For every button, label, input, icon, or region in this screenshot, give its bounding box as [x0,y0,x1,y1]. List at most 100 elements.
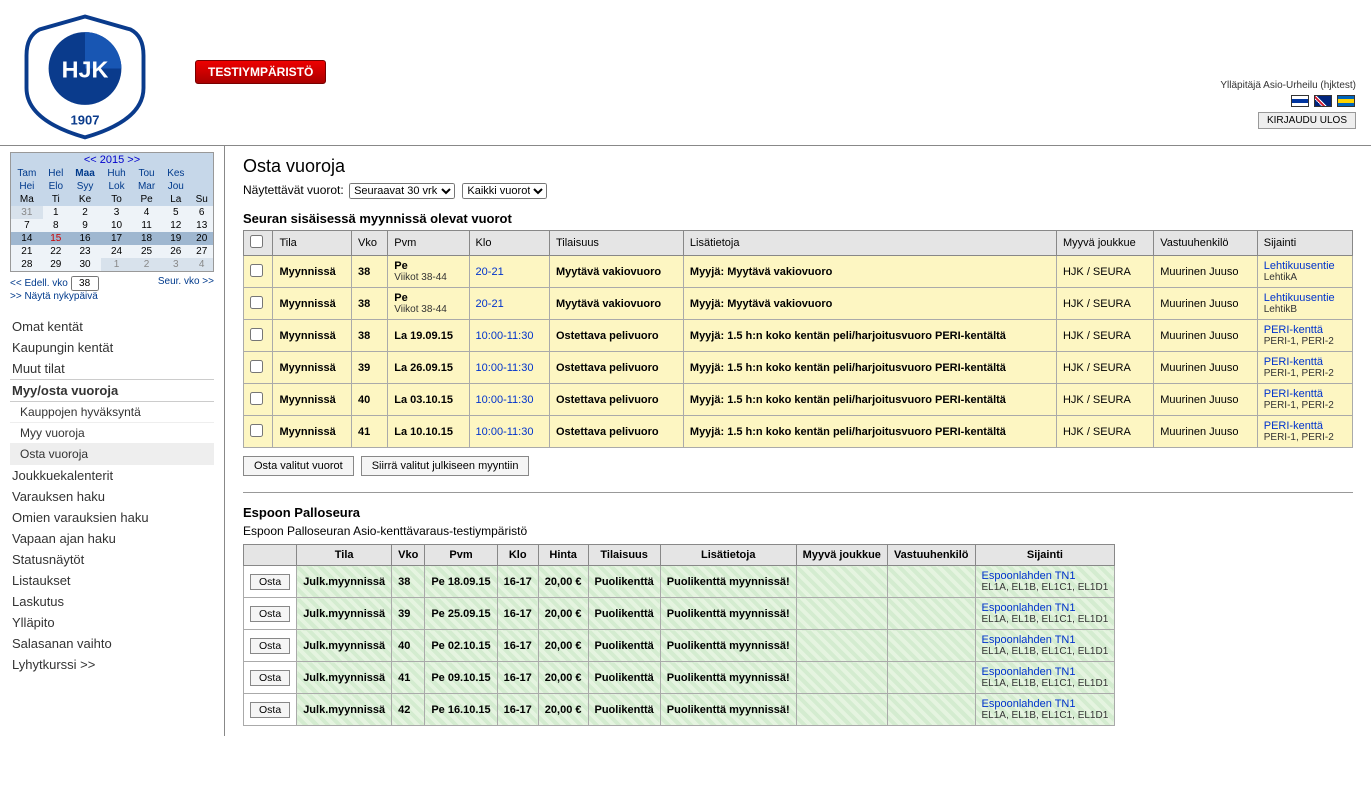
cal-day[interactable]: 12 [161,219,190,232]
buy-button[interactable]: Osta [250,670,290,686]
row-checkbox[interactable] [250,328,263,341]
cal-day[interactable]: 6 [190,206,213,219]
nav-item[interactable]: Muut tilat [10,358,214,379]
cal-month[interactable]: Kes [167,168,184,179]
cal-day[interactable]: 4 [190,258,213,272]
cal-day[interactable]: 20 [190,232,213,245]
location-link[interactable]: Espoonlahden TN1 [982,698,1076,710]
move-public-button[interactable]: Siirrä valitut julkiseen myyntiin [361,456,530,476]
cal-day[interactable]: 3 [101,206,132,219]
nav-item[interactable]: Kaupungin kentät [10,337,214,358]
cal-day[interactable]: 27 [190,245,213,258]
cal-month[interactable]: Tou [139,168,155,179]
cal-year-prev[interactable]: << [84,154,97,166]
cal-prev-week[interactable]: << Edell. vko [10,278,68,289]
location-link[interactable]: PERI-kenttä [1264,420,1323,432]
time-link[interactable]: 10:00-11:30 [476,362,534,374]
time-link[interactable]: 10:00-11:30 [476,426,534,438]
cal-day[interactable]: 19 [161,232,190,245]
cal-year-next[interactable]: >> [127,154,140,166]
location-link[interactable]: Espoonlahden TN1 [982,634,1076,646]
nav-item[interactable]: Vapaan ajan haku [10,528,214,549]
row-checkbox[interactable] [250,392,263,405]
cal-day[interactable]: 4 [132,206,161,219]
location-link[interactable]: Lehtikuusentie [1264,260,1335,272]
cal-day[interactable]: 18 [132,232,161,245]
cal-month[interactable]: Maa [75,168,94,179]
cal-month[interactable]: Huh [107,168,125,179]
cal-day[interactable]: 14 [11,232,43,245]
cal-day[interactable]: 7 [11,219,43,232]
location-link[interactable]: Espoonlahden TN1 [982,570,1076,582]
location-link[interactable]: PERI-kenttä [1264,388,1323,400]
nav-item[interactable]: Statusnäytöt [10,549,214,570]
cal-day[interactable]: 10 [101,219,132,232]
cal-day[interactable]: 15 [43,232,69,245]
cal-day[interactable]: 11 [132,219,161,232]
buy-selected-button[interactable]: Osta valitut vuorot [243,456,354,476]
cal-day[interactable]: 1 [101,258,132,272]
nav-item[interactable]: Salasanan vaihto [10,633,214,654]
nav-item[interactable]: Laskutus [10,591,214,612]
cal-today-link[interactable]: >> Näytä nykypäivä [10,291,98,302]
row-checkbox[interactable] [250,424,263,437]
cal-day[interactable]: 9 [69,219,101,232]
cal-next-week[interactable]: Seur. vko >> [158,276,214,287]
nav-item[interactable]: Listaukset [10,570,214,591]
filter-period-select[interactable]: Seuraavat 30 vrk [349,183,455,199]
time-link[interactable]: 20-21 [476,266,504,278]
time-link[interactable]: 20-21 [476,298,504,310]
cal-day[interactable]: 2 [132,258,161,272]
location-link[interactable]: Espoonlahden TN1 [982,666,1076,678]
cal-month[interactable]: Hei [19,181,34,192]
cal-day[interactable]: 30 [69,258,101,272]
cal-day[interactable]: 16 [69,232,101,245]
cal-day[interactable]: 31 [11,206,43,219]
location-link[interactable]: Espoonlahden TN1 [982,602,1076,614]
nav-item[interactable]: Joukkuekalenterit [10,465,214,486]
cal-month[interactable]: Mar [138,181,155,192]
flag-uk-icon[interactable] [1314,95,1332,107]
nav-item[interactable]: Omat kentät [10,316,214,337]
filter-all-select[interactable]: Kaikki vuorot [462,183,547,199]
logout-button[interactable]: KIRJAUDU ULOS [1258,112,1356,129]
cal-week-input[interactable] [71,276,99,291]
location-link[interactable]: Lehtikuusentie [1264,292,1335,304]
buy-button[interactable]: Osta [250,606,290,622]
nav-item[interactable]: Kauppojen hyväksyntä [10,402,214,423]
time-link[interactable]: 10:00-11:30 [476,394,534,406]
buy-button[interactable]: Osta [250,702,290,718]
location-link[interactable]: PERI-kenttä [1264,356,1323,368]
nav-item[interactable]: Ylläpito [10,612,214,633]
cal-day[interactable]: 8 [43,219,69,232]
flag-fi-icon[interactable] [1291,95,1309,107]
cal-month[interactable]: Jou [168,181,184,192]
cal-day[interactable]: 24 [101,245,132,258]
buy-button[interactable]: Osta [250,638,290,654]
nav-item[interactable]: Myy vuoroja [10,423,214,444]
cal-day[interactable]: 1 [43,206,69,219]
cal-day[interactable]: 25 [132,245,161,258]
cal-day[interactable]: 23 [69,245,101,258]
cal-day[interactable]: 29 [43,258,69,272]
time-link[interactable]: 10:00-11:30 [476,330,534,342]
cal-month[interactable]: Hel [48,168,63,179]
row-checkbox[interactable] [250,296,263,309]
cal-month[interactable]: Lok [109,181,125,192]
cal-day[interactable]: 17 [101,232,132,245]
cal-day[interactable]: 2 [69,206,101,219]
cal-day[interactable]: 28 [11,258,43,272]
cal-day[interactable]: 13 [190,219,213,232]
nav-item[interactable]: Osta vuoroja [10,444,214,465]
nav-item[interactable]: Varauksen haku [10,486,214,507]
cal-month[interactable]: Tam [17,168,36,179]
cal-day[interactable]: 21 [11,245,43,258]
nav-item[interactable]: Lyhytkurssi >> [10,654,214,675]
nav-item[interactable]: Myy/osta vuoroja [10,379,214,402]
flag-sv-icon[interactable] [1337,95,1355,107]
cal-day[interactable]: 22 [43,245,69,258]
cal-month[interactable]: Elo [49,181,63,192]
row-checkbox[interactable] [250,264,263,277]
cal-day[interactable]: 5 [161,206,190,219]
buy-button[interactable]: Osta [250,574,290,590]
